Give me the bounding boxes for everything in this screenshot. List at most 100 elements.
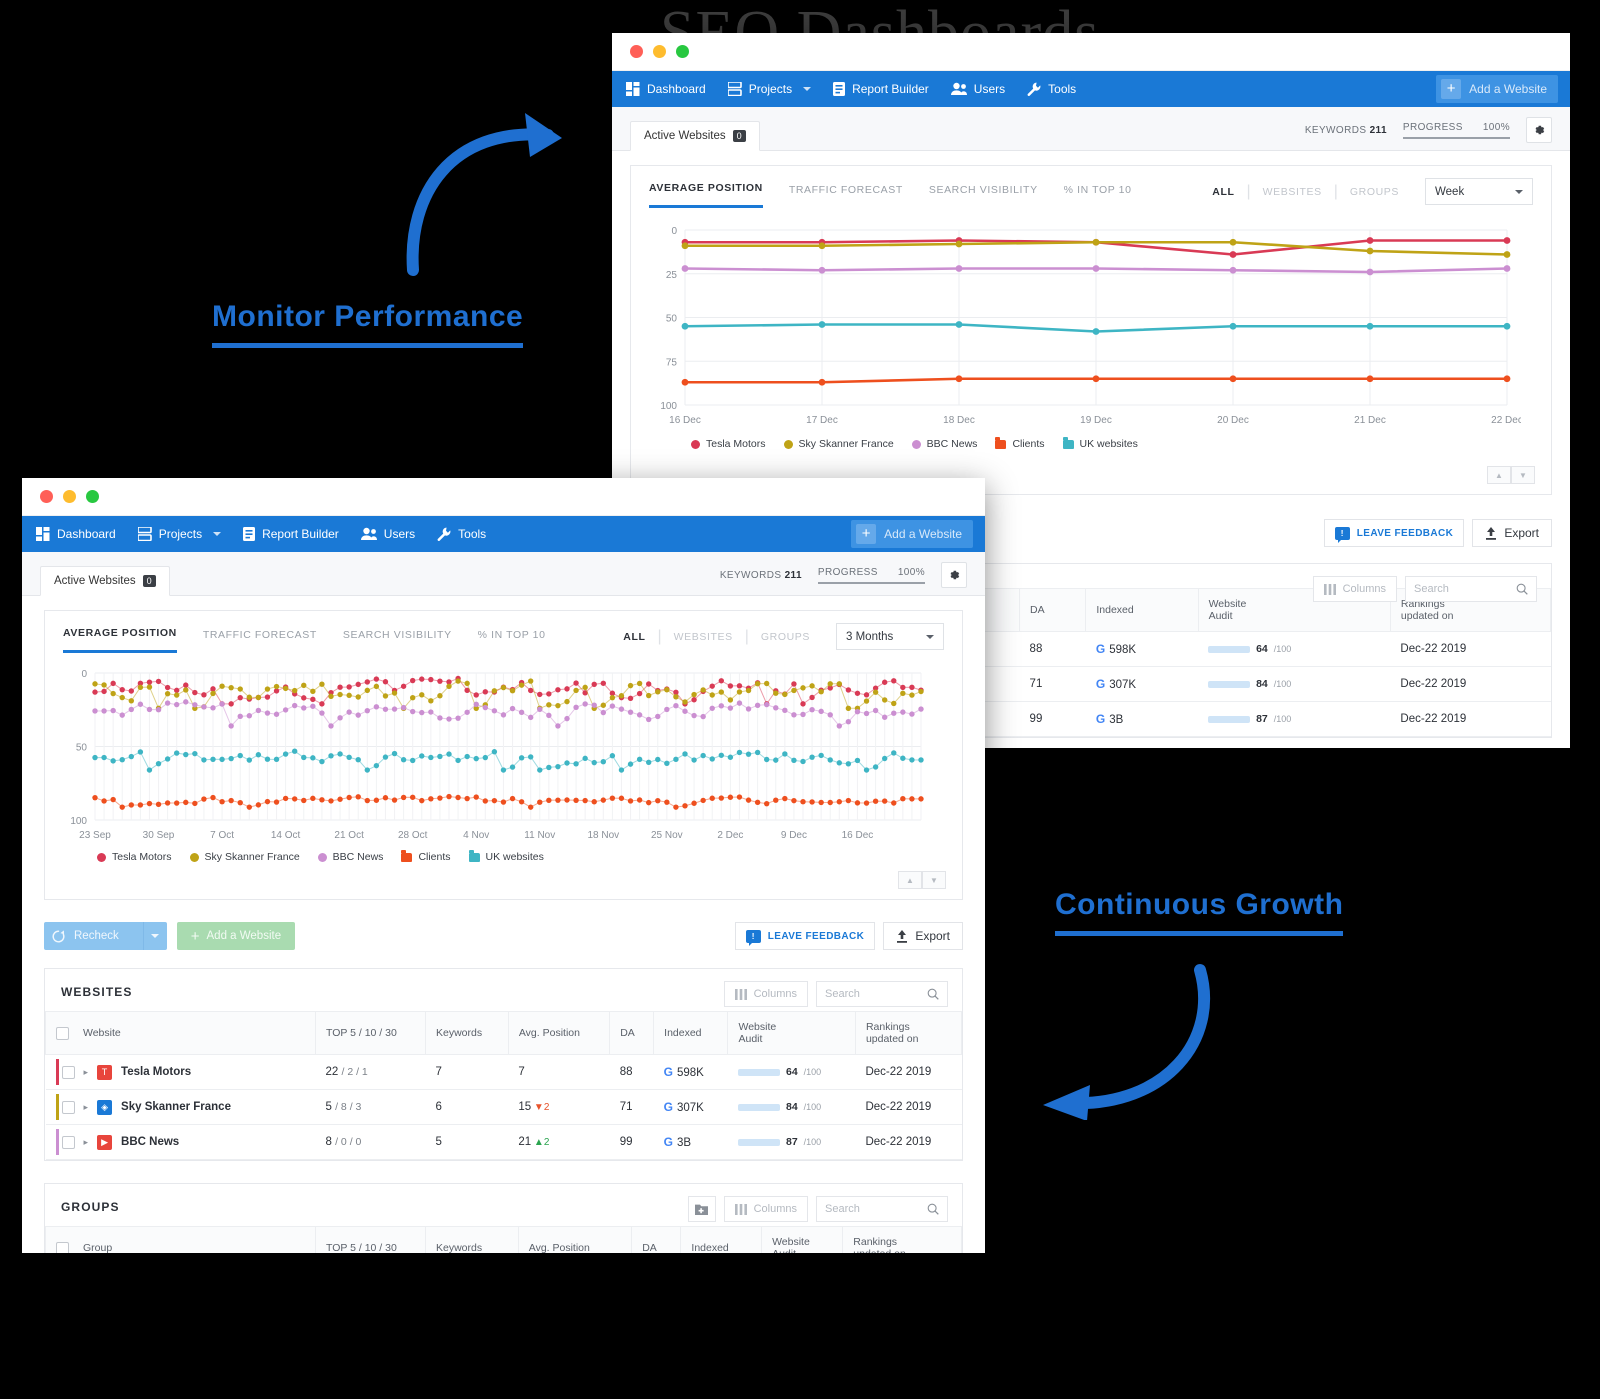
close-button[interactable] — [40, 490, 53, 503]
export-button[interactable]: Export — [883, 922, 963, 950]
leave-feedback-button[interactable]: ! LEAVE FEEDBACK — [1323, 519, 1465, 547]
column-header[interactable]: Avg. Position — [507, 1011, 611, 1055]
nav-item-report-builder[interactable]: Report Builder — [243, 527, 339, 541]
column-header[interactable]: Rankingsupdated on — [842, 1226, 962, 1253]
filter-all[interactable]: ALL — [611, 631, 657, 643]
column-header[interactable]: DA — [631, 1226, 682, 1253]
table-row[interactable]: ▸ ▶ BBC News 8 / 0 / 0 5 21 ▲2 99 G 3B 87/100 Dec-… — [45, 1124, 962, 1160]
filter-websites[interactable]: WEBSITES — [662, 631, 745, 643]
leave-feedback-button[interactable]: ! LEAVE FEEDBACK — [734, 922, 876, 950]
chart-tab-traffic-forecast[interactable]: TRAFFIC FORECAST — [203, 629, 317, 652]
legend-item[interactable]: UK websites — [1062, 436, 1138, 450]
minimize-button[interactable] — [63, 490, 76, 503]
legend-item[interactable]: Clients — [401, 849, 451, 863]
expand-arrow-icon[interactable]: ▸ — [84, 1137, 89, 1148]
nav-item-dashboard[interactable]: Dashboard — [36, 527, 116, 541]
nav-item-users[interactable]: Users — [950, 82, 1005, 96]
column-header[interactable]: Rankingsupdated on — [854, 1011, 963, 1055]
website-name-cell[interactable]: ▸ ◈ Sky Skanner France — [45, 1089, 316, 1125]
legend-item[interactable]: BBC News — [911, 438, 977, 450]
nav-item-report-builder[interactable]: Report Builder — [833, 82, 929, 96]
column-header[interactable]: Avg. Position — [517, 1226, 633, 1253]
chart-tab-percent-in-top-10[interactable]: % IN TOP 10 — [1064, 184, 1132, 207]
recheck-dropdown-button[interactable] — [142, 922, 167, 950]
column-header[interactable]: Indexed — [653, 1011, 729, 1055]
table-row[interactable]: ▸ T Tesla Motors 22 / 2 / 1 7 7 88 G 598K 64/100 D… — [45, 1054, 962, 1090]
gear-icon[interactable] — [941, 562, 967, 588]
search-input[interactable]: Search — [816, 981, 948, 1007]
nav-item-tools[interactable]: Tools — [437, 527, 486, 541]
legend-item[interactable]: Sky Skanner France — [783, 438, 894, 450]
maximize-button[interactable] — [86, 490, 99, 503]
expand-arrow-icon[interactable]: ▸ — [84, 1067, 89, 1078]
maximize-button[interactable] — [676, 45, 689, 58]
chart-pager-main[interactable]: ▲ ▼ — [898, 871, 946, 889]
website-name-cell[interactable]: ▸ ▶ BBC News — [45, 1124, 316, 1160]
legend-item[interactable]: UK websites — [468, 849, 544, 863]
nav-item-projects[interactable]: Projects — [727, 82, 812, 96]
chart-tab-search-visibility[interactable]: SEARCH VISIBILITY — [929, 184, 1038, 207]
columns-button[interactable]: Columns — [723, 981, 808, 1007]
legend-item[interactable]: BBC News — [317, 851, 383, 863]
column-header[interactable]: TOP 5 / 10 / 30 — [315, 1226, 426, 1253]
pager-down-button[interactable]: ▼ — [1511, 466, 1535, 484]
chart-tab-percent-in-top-10[interactable]: % IN TOP 10 — [478, 629, 546, 652]
column-header[interactable]: Group — [45, 1226, 316, 1253]
row-checkbox[interactable] — [61, 1135, 75, 1149]
filter-groups[interactable]: GROUPS — [749, 631, 822, 643]
filter-websites[interactable]: WEBSITES — [1251, 186, 1334, 198]
tab-active-websites[interactable]: Active Websites 0 — [630, 121, 760, 151]
chart-pager-top[interactable]: ▲ ▼ — [1487, 466, 1535, 484]
pager-up-button[interactable]: ▲ — [898, 871, 922, 889]
pager-up-button[interactable]: ▲ — [1487, 466, 1511, 484]
nav-item-tools[interactable]: Tools — [1027, 82, 1076, 96]
select-all-checkbox[interactable] — [56, 1026, 69, 1040]
recheck-button[interactable]: Recheck — [44, 922, 167, 950]
gear-icon[interactable] — [1526, 117, 1552, 143]
column-header[interactable]: WebsiteAudit — [761, 1226, 844, 1253]
columns-button[interactable]: Columns — [723, 1196, 808, 1222]
chart-tab-average-position[interactable]: AVERAGE POSITION — [649, 182, 763, 208]
column-header[interactable]: Indexed — [680, 1226, 763, 1253]
close-button[interactable] — [630, 45, 643, 58]
period-select-main[interactable]: 3 Months — [836, 623, 944, 650]
column-header[interactable]: Indexed — [1085, 588, 1199, 632]
period-select-top[interactable]: Week — [1425, 178, 1533, 205]
nav-item-projects[interactable]: Projects — [137, 527, 222, 541]
columns-button[interactable]: Columns — [1312, 576, 1397, 602]
legend-item[interactable]: Sky Skanner France — [189, 851, 300, 863]
minimize-button[interactable] — [653, 45, 666, 58]
column-header[interactable]: TOP 5 / 10 / 30 — [315, 1011, 426, 1055]
column-header[interactable]: DA — [609, 1011, 655, 1055]
row-checkbox[interactable] — [61, 1065, 75, 1079]
expand-arrow-icon[interactable]: ▸ — [84, 1102, 89, 1113]
column-header[interactable]: DA — [1019, 588, 1087, 632]
table-row[interactable]: ▸ ◈ Sky Skanner France 5 / 8 / 3 6 15 ▼2 71 G 30… — [45, 1089, 962, 1125]
column-header[interactable]: WebsiteAudit — [727, 1011, 856, 1055]
nav-item-dashboard[interactable]: Dashboard — [626, 82, 706, 96]
chart-tab-traffic-forecast[interactable]: TRAFFIC FORECAST — [789, 184, 903, 207]
pager-down-button[interactable]: ▼ — [922, 871, 946, 889]
add-website-button[interactable]: + Add a Website — [851, 520, 973, 548]
chart-tab-average-position[interactable]: AVERAGE POSITION — [63, 627, 177, 653]
filter-groups[interactable]: GROUPS — [1338, 186, 1411, 198]
search-input[interactable]: Search — [816, 1196, 948, 1222]
search-box[interactable]: Search — [1405, 576, 1537, 602]
website-name-cell[interactable]: ▸ T Tesla Motors — [45, 1054, 316, 1090]
legend-item[interactable]: Clients — [995, 436, 1045, 450]
legend-item[interactable]: Tesla Motors — [691, 438, 766, 450]
column-header[interactable]: Keywords — [425, 1226, 519, 1253]
filter-all[interactable]: ALL — [1200, 186, 1246, 198]
chart-tab-search-visibility[interactable]: SEARCH VISIBILITY — [343, 629, 452, 652]
add-folder-icon[interactable] — [687, 1196, 716, 1222]
tab-active-websites[interactable]: Active Websites 0 — [40, 566, 170, 596]
row-checkbox[interactable] — [61, 1100, 75, 1114]
column-header[interactable]: Website — [45, 1011, 316, 1055]
add-website-button-secondary[interactable]: + Add a Website — [176, 922, 296, 950]
export-button[interactable]: Export — [1472, 519, 1552, 547]
select-all-checkbox[interactable] — [56, 1241, 69, 1253]
column-header[interactable]: Keywords — [425, 1011, 509, 1055]
nav-item-users[interactable]: Users — [360, 527, 415, 541]
legend-item[interactable]: Tesla Motors — [97, 851, 172, 863]
add-website-button[interactable]: + Add a Website — [1436, 75, 1558, 103]
